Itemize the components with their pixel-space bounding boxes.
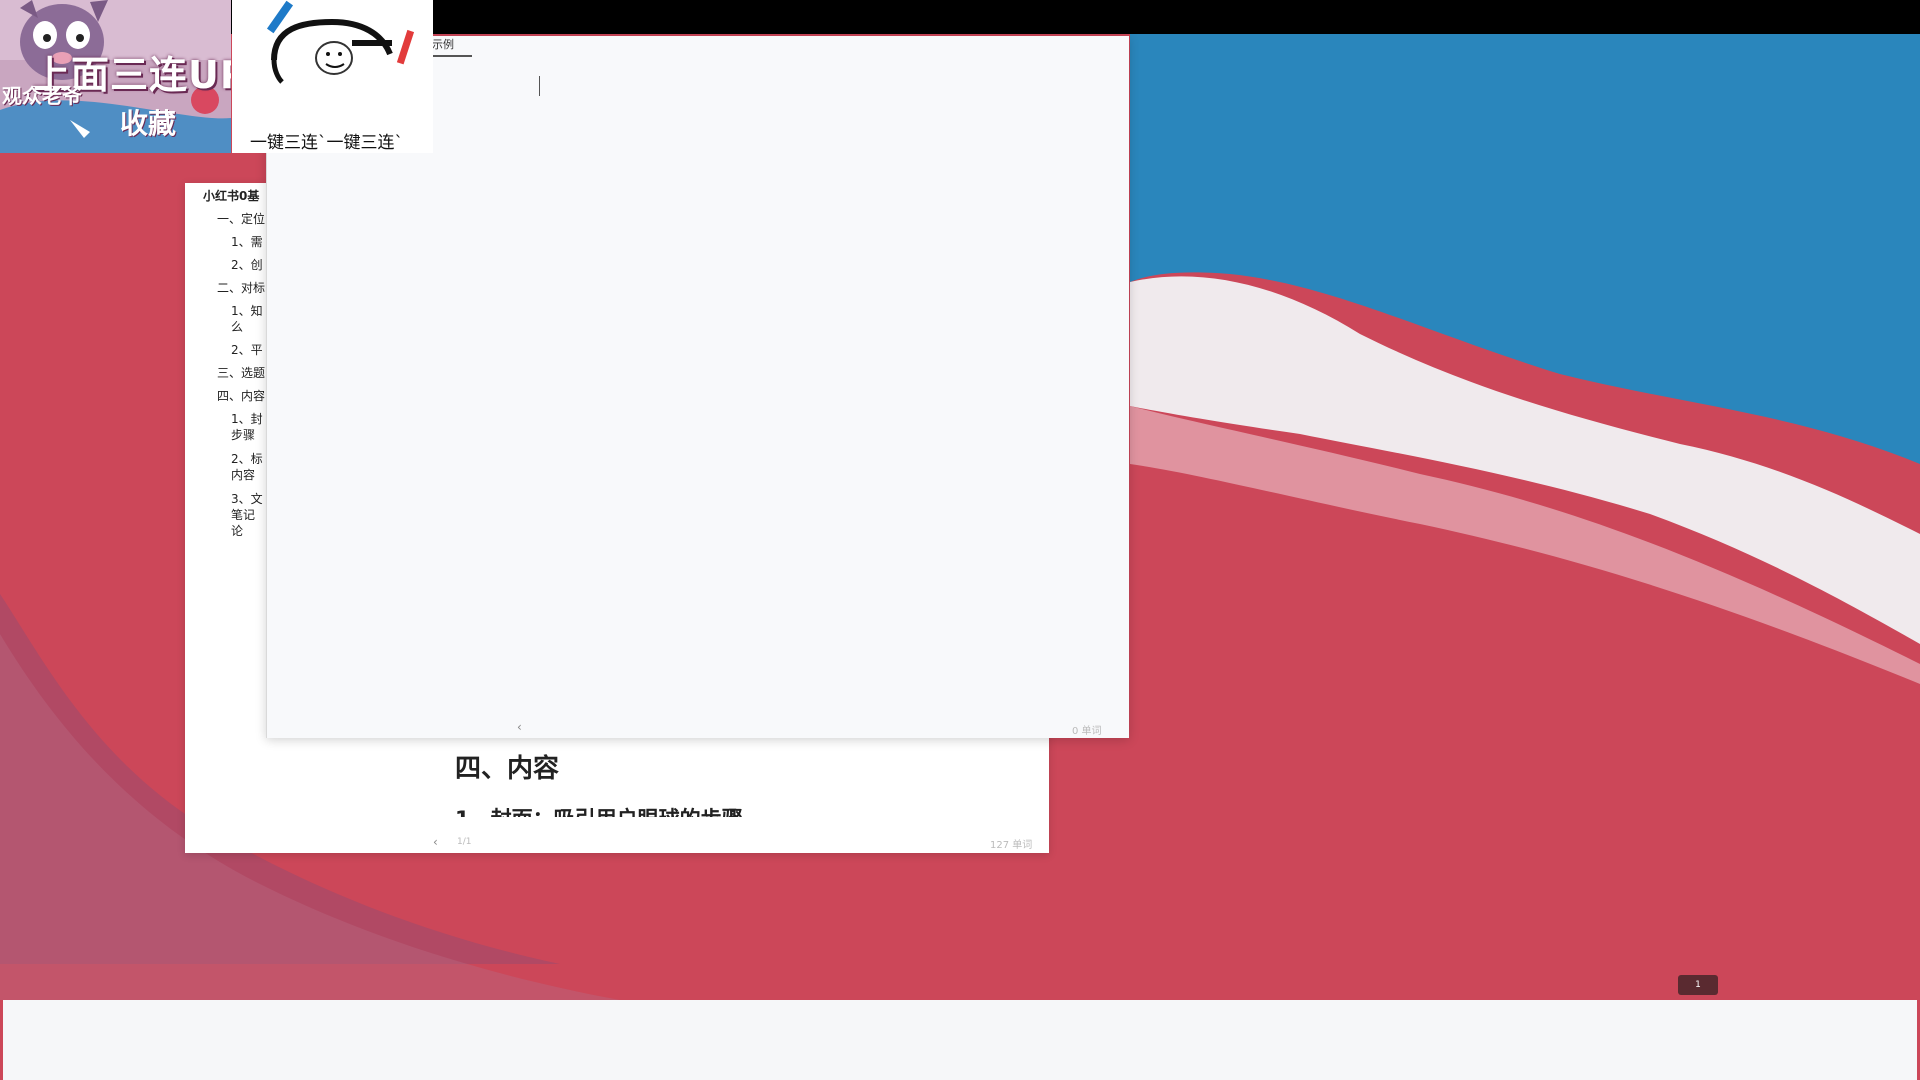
outline-item[interactable]: 论 bbox=[231, 522, 243, 539]
outline-item[interactable]: 内容 bbox=[231, 466, 255, 483]
sticker-caption: 一键三连`一键三连` bbox=[250, 133, 403, 153]
outline-item[interactable]: 笔记 bbox=[231, 506, 255, 523]
front-window-header: 示例 bbox=[432, 36, 512, 66]
header-label: 示例 bbox=[432, 38, 454, 51]
header-underline bbox=[432, 55, 472, 57]
word-count: 0 单词 bbox=[1072, 726, 1102, 737]
back-window-footer: ‹ 1/1 127 单词 bbox=[185, 831, 1049, 853]
bottom-dock-bar bbox=[3, 1000, 1917, 1080]
overlay-audience-text: 观众老爷 bbox=[2, 84, 82, 108]
outline-item[interactable]: 一、定位 bbox=[217, 210, 265, 227]
chevron-left-icon[interactable]: ‹ bbox=[517, 720, 522, 734]
outline-item[interactable]: 2、创 bbox=[231, 256, 263, 273]
outline-item[interactable]: 三、选题 bbox=[217, 364, 265, 381]
outline-item[interactable]: 2、标 bbox=[231, 450, 263, 467]
outline-item[interactable]: 3、文 bbox=[231, 490, 263, 507]
video-overlay-thumbnail: 上面三连UP主 观众老爷 收藏 bbox=[0, 0, 231, 153]
overlay-favorite-text: 收藏 bbox=[120, 107, 177, 140]
outline-item[interactable]: 1、封 bbox=[231, 410, 263, 427]
outline-item[interactable]: 1、需 bbox=[231, 233, 263, 250]
word-count: 127 单词 bbox=[990, 840, 1033, 851]
outline-item[interactable]: 四、内容 bbox=[217, 387, 265, 404]
front-window-footer: ‹ 0 单词 bbox=[267, 718, 1129, 738]
section-subheading: 1、封面：吸引用户眼球的步骤 bbox=[455, 803, 743, 817]
outline-title[interactable]: 小红书0基 bbox=[203, 187, 259, 204]
outline-item[interactable]: 么 bbox=[231, 318, 243, 335]
outline-item[interactable]: 步骤 bbox=[231, 426, 255, 443]
outline-item[interactable]: 2、平 bbox=[231, 341, 263, 358]
meme-face-icon bbox=[266, 0, 415, 84]
outline-panel: 小红书0基 一、定位 1、需 2、创 二、对标 1、知 么 2、平 三、选题 四… bbox=[185, 183, 267, 583]
section-heading: 四、内容 bbox=[455, 754, 560, 784]
sticker-panel: 一键三连`一键三连` bbox=[232, 0, 433, 153]
outline-item[interactable]: 二、对标 bbox=[217, 279, 265, 296]
chevron-left-icon[interactable]: ‹ bbox=[433, 835, 438, 849]
notification-badge[interactable]: 1 bbox=[1678, 975, 1718, 995]
outline-item[interactable]: 1、知 bbox=[231, 302, 263, 319]
text-cursor bbox=[539, 76, 540, 96]
page-indicator: 1/1 bbox=[457, 837, 472, 847]
